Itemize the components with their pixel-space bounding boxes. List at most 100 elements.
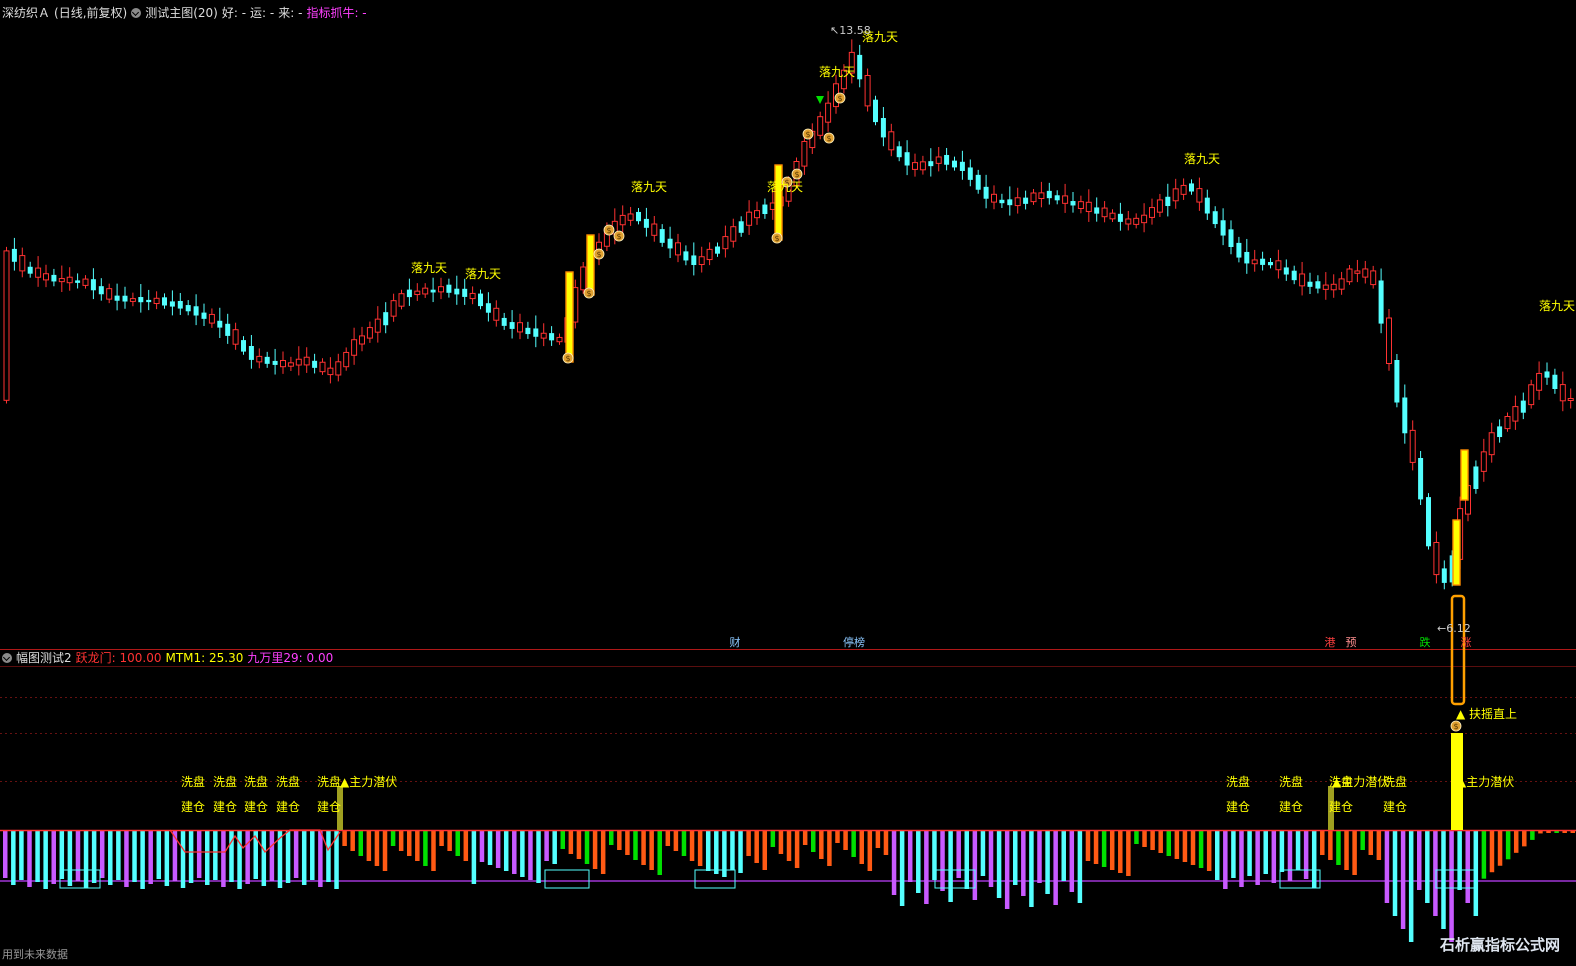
candle-body-up (1354, 270, 1361, 274)
candle (975, 169, 981, 194)
value-yun: 运: - (250, 6, 275, 20)
indicator-bar (1465, 830, 1470, 903)
candle-body-down (75, 280, 81, 283)
indicator-bar (1190, 830, 1196, 865)
candle (312, 353, 318, 374)
money-bag-icon: $ (1450, 720, 1462, 732)
candle (1520, 392, 1526, 420)
indicator-bar (560, 830, 566, 849)
money-bag-icon-glyph: $ (586, 289, 591, 298)
indicator-bar (1513, 830, 1519, 853)
indicator-bar (819, 830, 824, 859)
indicator-bar (617, 830, 622, 850)
indicator-bar (689, 830, 695, 861)
sub-indicator-name[interactable]: 幅图测试2 (16, 651, 72, 665)
candle-body-down (1236, 242, 1242, 258)
main-chart[interactable]: $$$$$ $$$$ $$$ 落九天 落九天落九天 落九天落九天落九天落九天落九天↖13… (0, 0, 1576, 966)
candle-body-down (51, 274, 57, 282)
stock-name[interactable]: 深纺织Ａ (2, 6, 50, 20)
candle-body-down (241, 340, 246, 352)
indicator-bar (326, 830, 331, 882)
indicator-bar (1247, 830, 1252, 876)
label-zhuli-qianfu: ▲主力潜伏 (1457, 775, 1514, 789)
candle-body-up (366, 327, 373, 339)
candle (1362, 260, 1369, 284)
sub-settings-circle-icon[interactable] (2, 653, 12, 663)
candle (619, 205, 626, 233)
indicator-bar (665, 830, 671, 846)
candle (1244, 238, 1250, 274)
indicator-bar (924, 830, 929, 904)
candle (1133, 213, 1140, 229)
indicator-bar (1449, 830, 1454, 942)
indicator-bar (91, 830, 97, 883)
indicator-bar (835, 830, 840, 843)
candle-body-up (1014, 197, 1021, 207)
candle-body-down (896, 146, 902, 158)
indicator-bar (358, 830, 364, 856)
indicator-bar (673, 830, 679, 851)
indicator-bar (1053, 830, 1058, 905)
candle (146, 289, 152, 311)
candle-body-up (256, 355, 263, 363)
candle-body-up (1409, 429, 1416, 463)
candle (19, 247, 26, 278)
candle (343, 347, 350, 371)
candle (1441, 560, 1447, 590)
candle-body-up (1322, 284, 1329, 290)
money-bag-icon-glyph: $ (606, 226, 611, 235)
candle (232, 322, 239, 350)
candle-body-down (1394, 360, 1400, 403)
indicator-bar (899, 830, 905, 906)
signal-candle-4 (1452, 519, 1461, 586)
candle-body-down (138, 297, 144, 303)
indicator-bar (43, 830, 48, 889)
candle (153, 291, 160, 310)
indicator-bar (592, 830, 598, 869)
candle-body-up (1172, 188, 1179, 202)
indicator-bar (1198, 830, 1204, 868)
candle (991, 185, 997, 210)
indicator-bar (1457, 830, 1462, 890)
watermark: 石析赢指标公式网 (1439, 936, 1560, 954)
event-marker-3: 港 (1325, 636, 1336, 649)
candle-body-up (359, 335, 365, 345)
candle-body-down (1426, 497, 1431, 547)
signal-candle-2 (774, 164, 783, 241)
indicator-bar (132, 830, 137, 882)
candle (129, 292, 136, 307)
indicator-bar (1223, 830, 1228, 889)
value-mtm1: MTM1: 25.30 (165, 651, 244, 665)
candle-body-down (169, 301, 175, 307)
indicator-bar (1093, 830, 1099, 864)
indicator-bar (439, 830, 444, 846)
candle-body-up (280, 360, 286, 368)
candle (888, 123, 895, 157)
candle (280, 351, 286, 374)
indicator-bar (11, 830, 16, 885)
candle (82, 275, 89, 289)
indicator-name[interactable]: 测试主图(20) (145, 6, 218, 20)
candle (1512, 395, 1519, 430)
candle-body-up (1512, 406, 1519, 422)
indicator-bar (221, 830, 226, 887)
candle (1149, 198, 1155, 225)
settings-circle-icon[interactable] (131, 8, 142, 18)
candle-body-up (438, 286, 444, 293)
candle (857, 44, 863, 88)
candle (1101, 201, 1108, 223)
candle (406, 278, 412, 306)
candle-body-up (1559, 384, 1566, 402)
indicator-bar (770, 830, 776, 847)
candle-body-up (517, 322, 523, 333)
candle (217, 307, 223, 338)
candle (1299, 261, 1306, 296)
sub-header: 幅图测试2 跃龙门: 100.00 MTM1: 25.30 九万里29: 0.00 (2, 651, 337, 665)
candle (335, 353, 342, 382)
candle (1497, 419, 1503, 443)
indicator-bar (1109, 830, 1115, 870)
indicator-bar (956, 830, 961, 878)
indicator-bar (633, 830, 638, 860)
candle (1386, 309, 1392, 371)
indicator-bar (447, 830, 452, 851)
